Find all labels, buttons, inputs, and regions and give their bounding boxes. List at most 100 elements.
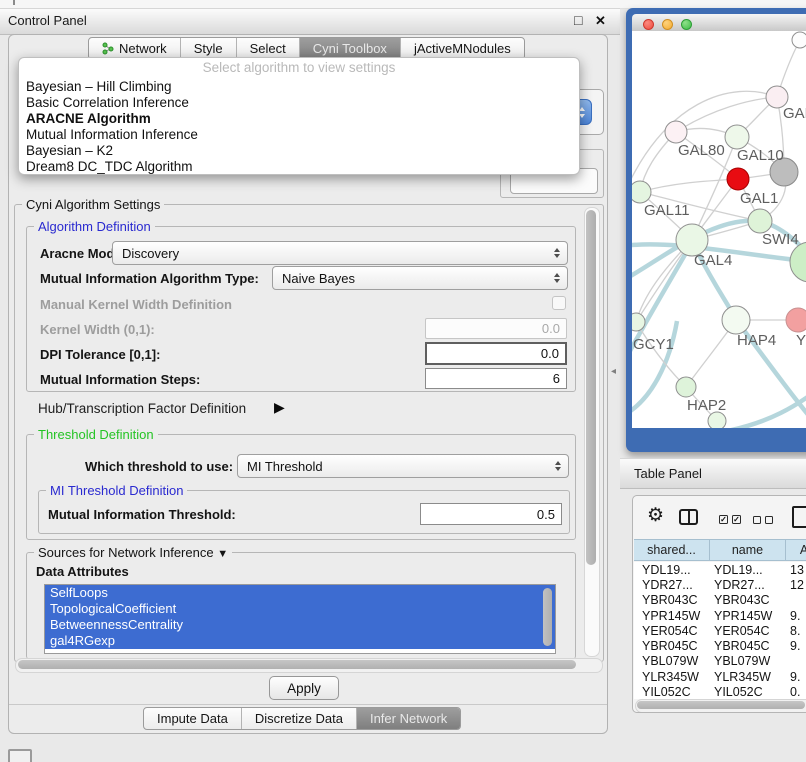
- cell: 12: [786, 578, 806, 592]
- list-item-betweennesscentrality[interactable]: BetweennessCentrality: [45, 617, 555, 633]
- file-icon-partial[interactable]: [792, 506, 806, 528]
- dpi-tolerance-field[interactable]: 0.0: [425, 342, 567, 365]
- popup-item-dream8[interactable]: Dream8 DC_TDC Algorithm: [19, 159, 579, 175]
- table-header-row: shared... name A: [634, 539, 806, 561]
- mi-steps-value: 6: [553, 371, 560, 386]
- tab-select[interactable]: Select: [237, 38, 300, 59]
- hub-tf-expand-arrow-icon[interactable]: ▶: [274, 399, 285, 416]
- column-header-partial[interactable]: A: [786, 540, 806, 560]
- network-canvas[interactable]: GAL GAL80 GAL10 GAL1 GAL11 SWI4 GAL4 GCY…: [632, 31, 806, 428]
- tab-infer-network-label: Infer Network: [370, 711, 447, 726]
- tab-cyni-toolbox[interactable]: Cyni Toolbox: [300, 38, 401, 59]
- network-node-gal1-selected[interactable]: [727, 168, 749, 190]
- mi-steps-field[interactable]: 6: [425, 368, 567, 389]
- network-node-hap4[interactable]: [722, 306, 750, 334]
- select-all-checkbox-icon[interactable]: ✓: [719, 515, 728, 524]
- table-row[interactable]: YIL052C YIL052C 0.: [634, 684, 806, 699]
- tab-infer-network[interactable]: Infer Network: [357, 708, 460, 729]
- kernel-width-field[interactable]: 0.0: [425, 318, 567, 339]
- kernel-width-value: 0.0: [542, 321, 560, 336]
- mi-threshold-field[interactable]: 0.5: [420, 503, 562, 525]
- column-header-shared-name[interactable]: shared...: [634, 540, 710, 560]
- network-node-gal11[interactable]: [632, 181, 651, 203]
- list-item-topologicalcoefficient[interactable]: TopologicalCoefficient: [45, 601, 555, 617]
- network-node-gal80[interactable]: [665, 121, 687, 143]
- header-label: A: [800, 543, 806, 557]
- deselect-checkbox2-icon[interactable]: [765, 516, 773, 524]
- tab-jactivemnodules[interactable]: jActiveMNodules: [401, 38, 524, 59]
- attributes-list-scrollbar-thumb[interactable]: [543, 588, 552, 646]
- network-node-hap2[interactable]: [676, 377, 696, 397]
- settings-hscrollbar-thumb[interactable]: [18, 660, 576, 669]
- popup-item-mutual-information[interactable]: Mutual Information Inference: [19, 127, 579, 143]
- tab-style[interactable]: Style: [181, 38, 237, 59]
- cell: YER054C: [710, 624, 786, 638]
- manual-kernel-width-checkbox[interactable]: [552, 296, 566, 310]
- tab-network[interactable]: Network: [89, 38, 181, 59]
- network-node-bottom-partial[interactable]: [708, 412, 726, 428]
- apply-button[interactable]: Apply: [269, 676, 339, 700]
- column-chooser-icon[interactable]: [679, 509, 698, 525]
- popup-item-bayesian-hill[interactable]: Bayesian – Hill Climbing: [19, 79, 579, 95]
- mi-threshold-definition-title: MI Threshold Definition: [46, 483, 187, 498]
- table-row[interactable]: YLR345W YLR345W 9.: [634, 669, 806, 684]
- table-row[interactable]: YBR045C YBR045C 9.: [634, 638, 806, 653]
- table-row[interactable]: YDL19... YDL19... 13: [634, 562, 806, 577]
- zoom-window-icon[interactable]: [681, 19, 692, 30]
- network-node-salmon[interactable]: [786, 308, 806, 332]
- network-node-gal10[interactable]: [725, 125, 749, 149]
- deselect-checkbox-icon[interactable]: [753, 516, 761, 524]
- minimize-window-icon[interactable]: [662, 19, 673, 30]
- settings-scrollbar-thumb[interactable]: [586, 210, 596, 565]
- cell: 8.: [786, 624, 806, 638]
- close-window-icon[interactable]: [643, 19, 654, 30]
- table-row[interactable]: YBR043C YBR043C: [634, 593, 806, 608]
- network-node-swi4[interactable]: [748, 209, 772, 233]
- mi-algorithm-type-label: Mutual Information Algorithm Type:: [40, 271, 259, 286]
- network-node[interactable]: [792, 32, 806, 48]
- dpi-tolerance-value: 0.0: [541, 346, 559, 361]
- splitpane-collapse-arrow-icon[interactable]: ◂: [611, 366, 616, 377]
- table-row[interactable]: YDR27... YDR27... 12: [634, 577, 806, 592]
- aracne-mode-select[interactable]: Discovery: [112, 241, 568, 265]
- check-glyph: ✓: [720, 515, 727, 524]
- tab-impute-data[interactable]: Impute Data: [144, 708, 242, 729]
- network-window-titlebar[interactable]: [632, 14, 806, 32]
- which-threshold-select[interactable]: MI Threshold: [237, 454, 569, 478]
- mi-threshold-label: Mutual Information Threshold:: [48, 507, 236, 522]
- network-graph: GAL GAL80 GAL10 GAL1 GAL11 SWI4 GAL4 GCY…: [632, 31, 806, 428]
- close-panel-icon[interactable]: ✕: [595, 13, 606, 29]
- network-node-right-large[interactable]: [790, 242, 806, 282]
- list-item-gal4rgexp[interactable]: gal4RGexp: [45, 633, 555, 649]
- table-row[interactable]: YBL079W YBL079W: [634, 654, 806, 669]
- hub-tf-definition-toggle[interactable]: Hub/Transcription Factor Definition: [38, 401, 246, 416]
- tab-discretize-data-label: Discretize Data: [255, 711, 343, 726]
- popup-item-aracne[interactable]: ARACNE Algorithm: [19, 111, 579, 127]
- gear-icon[interactable]: ⚙: [647, 504, 664, 527]
- data-attributes-list[interactable]: SelfLoops TopologicalCoefficient Between…: [44, 584, 556, 654]
- network-node-gcy1[interactable]: [632, 313, 645, 331]
- mi-threshold-value: 0.5: [537, 507, 555, 522]
- popup-item-basic-correlation[interactable]: Basic Correlation Inference: [19, 95, 579, 111]
- top-strip-tick: [13, 0, 15, 5]
- mi-algorithm-type-select[interactable]: Naive Bayes: [272, 266, 568, 290]
- cell: YBR043C: [710, 593, 786, 607]
- cell: YBR045C: [634, 639, 710, 653]
- float-panel-icon[interactable]: □: [574, 12, 582, 28]
- table-row[interactable]: YER054C YER054C 8.: [634, 623, 806, 638]
- select-all-checkbox2-icon[interactable]: ✓: [732, 515, 741, 524]
- sources-collapse-arrow-icon[interactable]: ▼: [217, 548, 228, 560]
- node-label-gal1: GAL1: [740, 190, 778, 207]
- cyni-bottom-tabbar: Impute Data Discretize Data Infer Networ…: [143, 707, 461, 730]
- docked-mini-icon[interactable]: [8, 749, 32, 762]
- cell: YBL079W: [634, 654, 710, 668]
- cell: YDL19...: [710, 563, 786, 577]
- list-item-selfloops[interactable]: SelfLoops: [45, 585, 555, 601]
- popup-item-bayesian-k2[interactable]: Bayesian – K2: [19, 143, 579, 159]
- tab-discretize-data[interactable]: Discretize Data: [242, 708, 357, 729]
- column-header-name[interactable]: name: [710, 540, 786, 560]
- table-hscrollbar-thumb[interactable]: [637, 701, 805, 709]
- combo-spinner-icon: [550, 461, 565, 471]
- table-row[interactable]: YPR145W YPR145W 9.: [634, 608, 806, 623]
- combo-spinner-icon: [549, 248, 564, 258]
